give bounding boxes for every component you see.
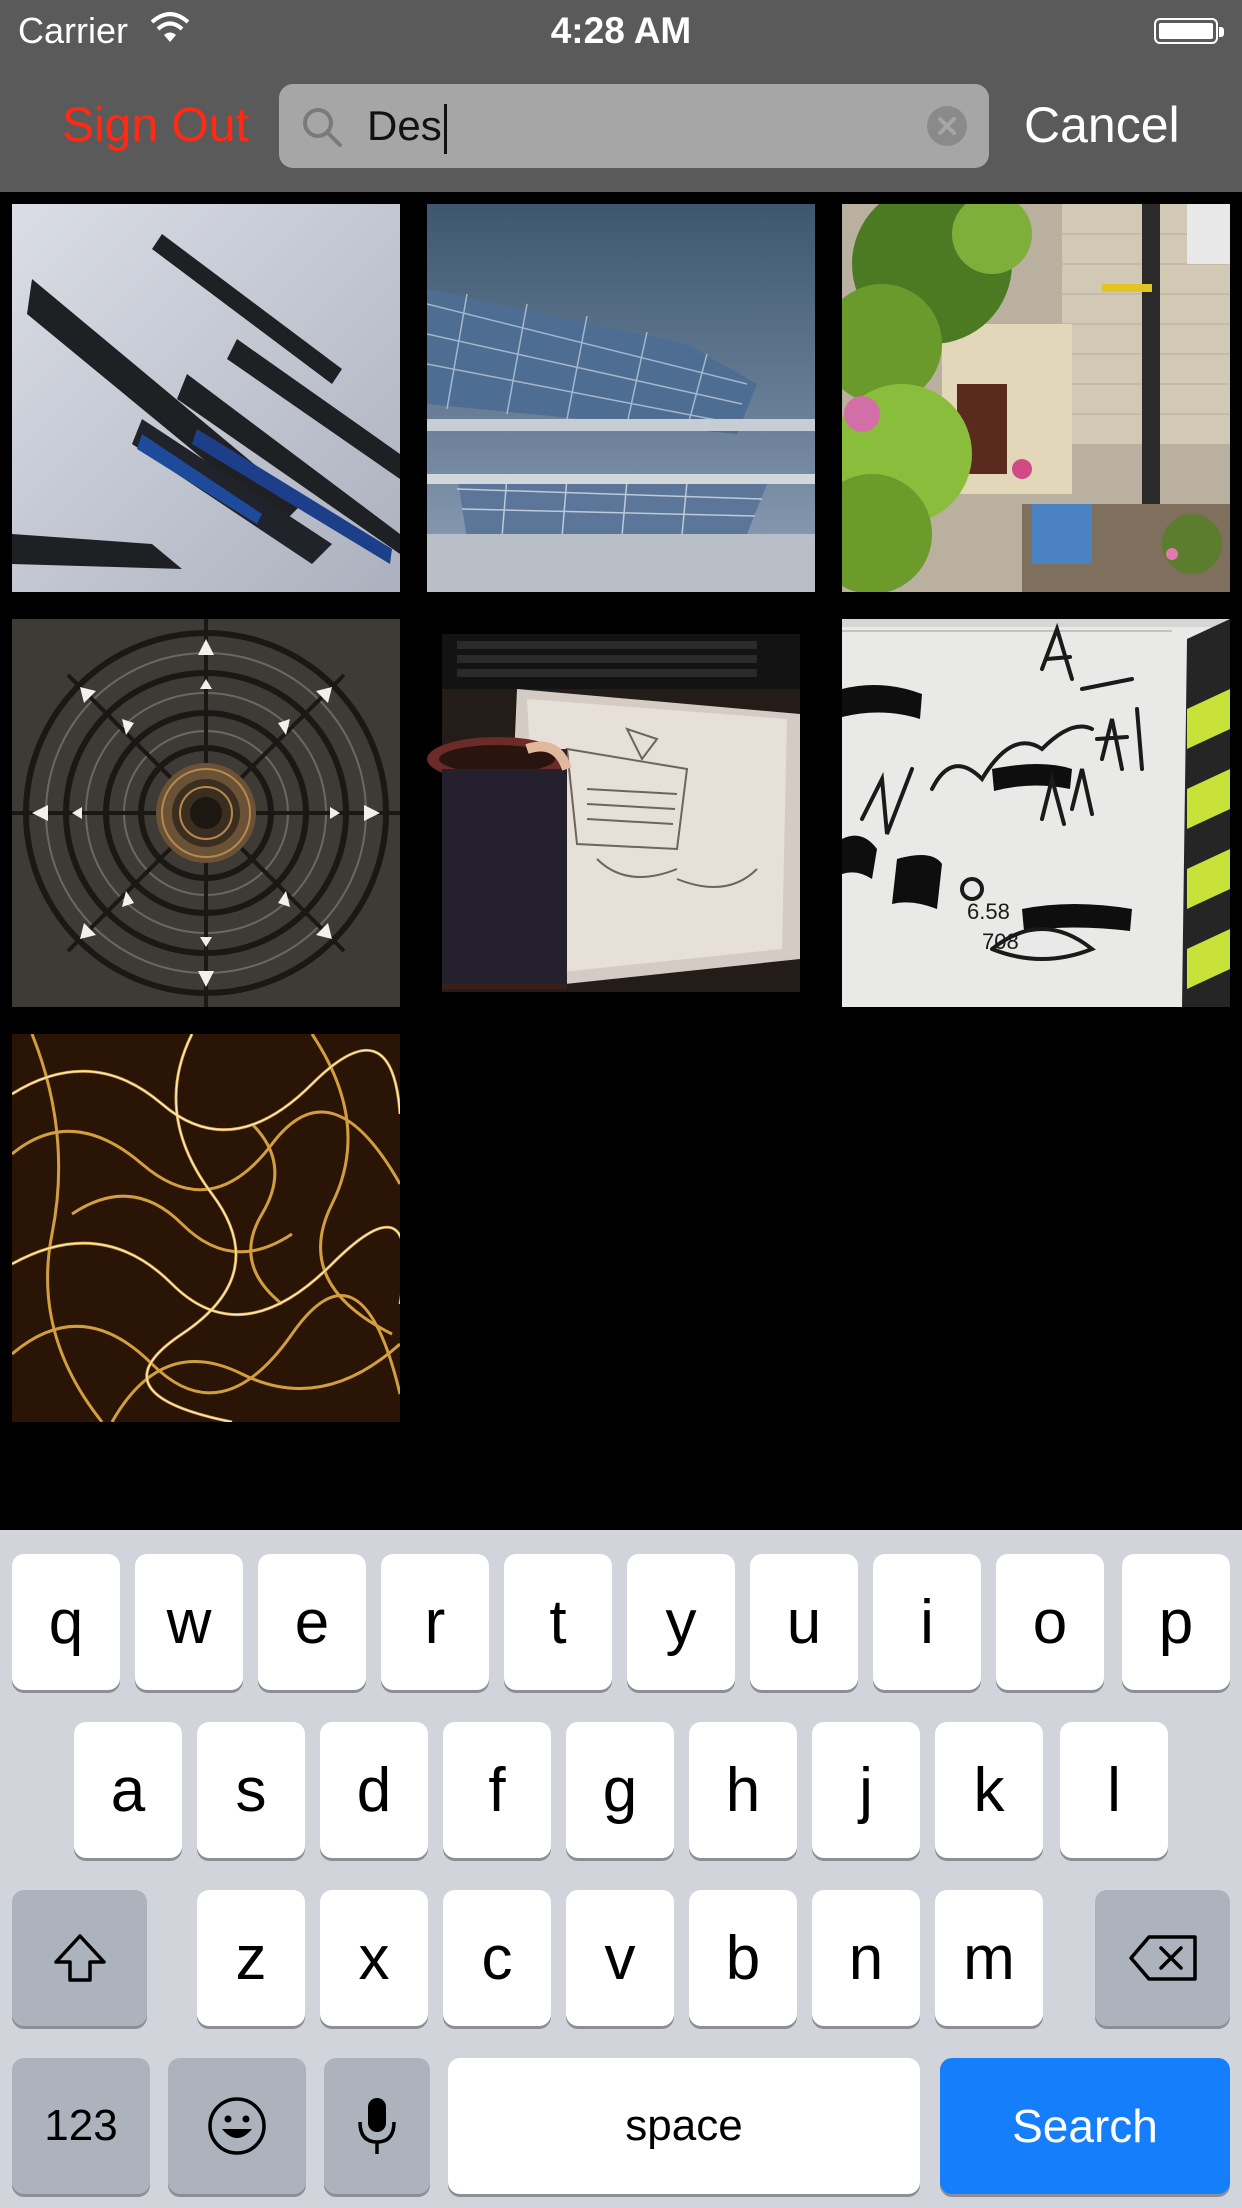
emoji-key[interactable] (168, 2058, 306, 2194)
clear-search-button[interactable] (927, 106, 967, 146)
keyboard: q w e r t y u i o p a s d f g h j k l z … (0, 1530, 1242, 2208)
key-e[interactable]: e (258, 1554, 366, 1690)
key-a[interactable]: a (74, 1722, 182, 1858)
key-l[interactable]: l (1060, 1722, 1168, 1858)
key-f[interactable]: f (443, 1722, 551, 1858)
search-query-text: Des (367, 98, 447, 154)
svg-text:708: 708 (982, 929, 1019, 954)
shift-key[interactable] (12, 1890, 147, 2026)
key-p[interactable]: p (1122, 1554, 1230, 1690)
dictation-key[interactable] (324, 2058, 430, 2194)
key-z[interactable]: z (197, 1890, 305, 2026)
microphone-icon (358, 2098, 396, 2154)
text-caret (443, 103, 447, 154)
clear-icon (938, 117, 956, 135)
key-m[interactable]: m (935, 1890, 1043, 2026)
photo-handwritten-notes[interactable]: 6.58 708 (842, 619, 1230, 1007)
numbers-key[interactable]: 123 (12, 2058, 150, 2194)
key-g[interactable]: g (566, 1722, 674, 1858)
search-icon (303, 108, 342, 147)
key-w[interactable]: w (135, 1554, 243, 1690)
key-c[interactable]: c (443, 1890, 551, 2026)
photo-abstract-architecture[interactable] (12, 204, 400, 592)
key-t[interactable]: t (504, 1554, 612, 1690)
photo-grid: 6.58 708 (0, 192, 1242, 1530)
search-nav-bar: Sign Out Des Cancel (0, 62, 1242, 192)
photo-house-with-flowers[interactable] (842, 204, 1230, 592)
clock: 4:28 AM (550, 10, 692, 51)
key-h[interactable]: h (689, 1722, 797, 1858)
key-u[interactable]: u (750, 1554, 858, 1690)
key-s[interactable]: s (197, 1722, 305, 1858)
shift-icon (53, 1934, 106, 1982)
key-q[interactable]: q (12, 1554, 120, 1690)
key-j[interactable]: j (812, 1722, 920, 1858)
backspace-icon (1128, 1935, 1197, 1981)
space-key[interactable]: space (448, 2058, 920, 2194)
search-input[interactable]: Des (279, 84, 989, 168)
search-key[interactable]: Search (940, 2058, 1230, 2194)
photo-dome-ceiling[interactable] (12, 619, 400, 1007)
battery-icon (1154, 18, 1224, 44)
key-v[interactable]: v (566, 1890, 674, 2026)
delete-key[interactable] (1095, 1890, 1230, 2026)
key-x[interactable]: x (320, 1890, 428, 2026)
photo-sketch-and-mug[interactable] (427, 619, 815, 1007)
key-r[interactable]: r (381, 1554, 489, 1690)
key-i[interactable]: i (873, 1554, 981, 1690)
emoji-icon (208, 2097, 266, 2155)
key-k[interactable]: k (935, 1722, 1043, 1858)
sign-out-button[interactable]: Sign Out (62, 98, 249, 153)
svg-text:6.58: 6.58 (967, 899, 1010, 924)
key-d[interactable]: d (320, 1722, 428, 1858)
status-bar: Carrier 4:28 AM (0, 0, 1242, 62)
key-n[interactable]: n (812, 1890, 920, 2026)
photo-light-trails[interactable] (12, 1034, 400, 1422)
key-y[interactable]: y (627, 1554, 735, 1690)
key-o[interactable]: o (996, 1554, 1104, 1690)
key-b[interactable]: b (689, 1890, 797, 2026)
cancel-button[interactable]: Cancel (1024, 96, 1180, 154)
photo-glass-building[interactable] (427, 204, 815, 592)
search-query-value: Des (367, 102, 442, 149)
